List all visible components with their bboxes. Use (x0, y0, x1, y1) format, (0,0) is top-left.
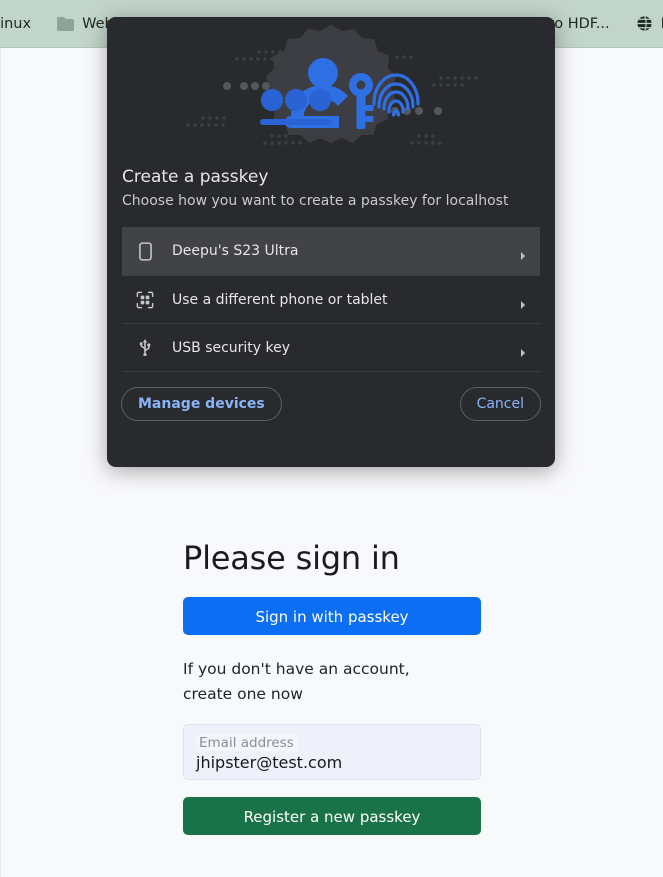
manage-devices-button[interactable]: Manage devices (121, 387, 282, 421)
usb-icon (135, 338, 155, 358)
folder-icon (57, 16, 75, 31)
chevron-right-icon (518, 295, 528, 309)
passkey-option-different-device[interactable]: Use a different phone or tablet (122, 275, 540, 323)
phone-icon (135, 241, 155, 261)
signin-form: Please sign in Sign in with passkey If y… (183, 539, 481, 836)
cancel-button[interactable]: Cancel (459, 387, 541, 421)
bookmark-label: Linux (0, 15, 32, 32)
dialog-actions: Manage devices Cancel (107, 372, 555, 421)
chevron-right-icon (518, 343, 528, 357)
qr-code-icon (135, 290, 155, 310)
create-account-helper-text: If you don't have an account, create one… (183, 659, 410, 703)
chevron-right-icon (518, 246, 528, 260)
dialog-body: Create a passkey Choose how you want to … (107, 167, 555, 372)
dialog-title: Create a passkey (122, 167, 269, 187)
passkey-option-label: Use a different phone or tablet (172, 291, 388, 308)
globe-icon (636, 15, 653, 32)
passkey-option-label: USB security key (172, 339, 291, 356)
passkey-option-phone[interactable]: Deepu's S23 Ultra (122, 227, 540, 275)
passkey-options-list: Deepu's S23 Ultra Use a different phone … (122, 227, 540, 372)
bookmark-linux[interactable]: Linux (0, 10, 37, 38)
passkey-illustration-svg (107, 17, 555, 167)
dialog-subtitle: Choose how you want to create a passkey … (122, 193, 509, 209)
email-field-label: Email address (196, 735, 297, 752)
create-passkey-dialog: Create a passkey Choose how you want to … (107, 17, 555, 467)
sign-in-with-passkey-button[interactable]: Sign in with passkey (183, 596, 481, 635)
bookmark-globe[interactable]: F (630, 10, 663, 38)
email-field-value[interactable]: jhipster@test.com (196, 753, 468, 773)
passkey-illustration (107, 17, 555, 167)
passkey-option-label: Deepu's S23 Ultra (172, 243, 299, 259)
register-new-passkey-button[interactable]: Register a new passkey (183, 797, 481, 836)
email-field[interactable]: Email address jhipster@test.com (183, 724, 481, 781)
page-title: Please sign in (183, 539, 400, 577)
passkey-option-usb-key[interactable]: USB security key (122, 323, 540, 371)
